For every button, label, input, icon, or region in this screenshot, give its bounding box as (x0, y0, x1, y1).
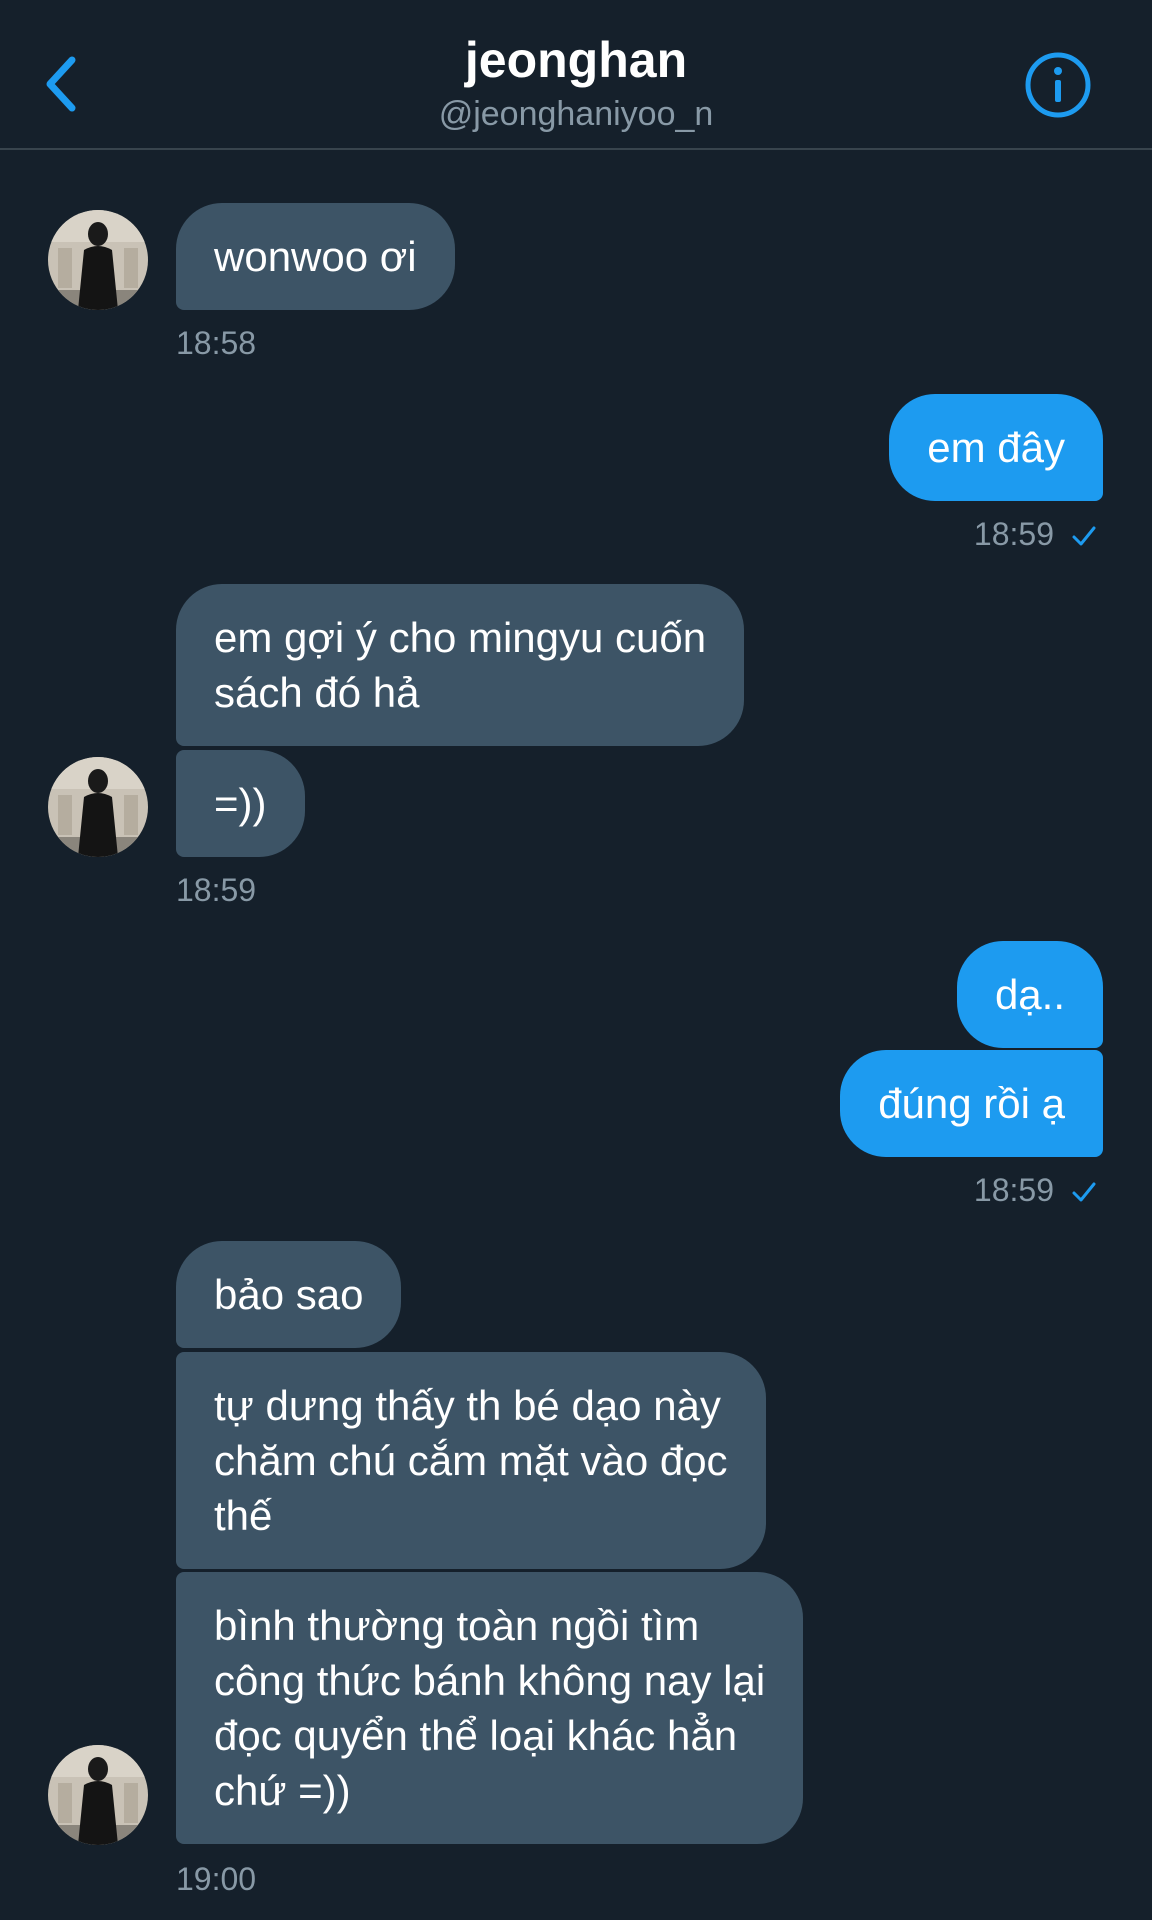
message-bubble[interactable]: bình thường toàn ngồi tìm công thức bánh… (176, 1572, 804, 1844)
conversation-header: jeonghan @jeonghaniyoo_n (0, 0, 1152, 150)
avatar[interactable] (48, 1745, 148, 1845)
message-bubble[interactable]: đúng rồi ạ (840, 1050, 1103, 1157)
message-bubble[interactable]: wonwoo ơi (176, 203, 455, 310)
message-bubble[interactable]: em đây (889, 394, 1103, 501)
message-timestamp: 18:59 (973, 516, 1054, 552)
avatar-image (48, 1745, 148, 1845)
info-button[interactable] (1024, 51, 1092, 119)
sent-check-icon (1072, 526, 1096, 546)
message-bubble[interactable]: dạ.. (956, 941, 1103, 1048)
message-timestamp: 19:00 (176, 1861, 257, 1897)
message-bubble[interactable]: bảo sao (176, 1241, 402, 1348)
conversation-handle[interactable]: @jeonghaniyoo_n (0, 94, 1152, 134)
message-timestamp: 18:59 (176, 872, 257, 908)
message-timestamp: 18:59 (973, 1172, 1054, 1208)
avatar[interactable] (48, 757, 148, 857)
avatar-image (48, 210, 148, 310)
conversation-title[interactable]: jeonghan (0, 30, 1152, 90)
message-timestamp: 18:58 (176, 325, 257, 361)
avatar-image (48, 757, 148, 857)
sent-check-icon (1072, 1182, 1096, 1202)
info-icon (1025, 52, 1091, 118)
message-bubble[interactable]: tự dưng thấy th bé dạo này chăm chú cắm … (176, 1352, 766, 1569)
avatar[interactable] (48, 210, 148, 310)
message-bubble[interactable]: em gợi ý cho mingyu cuốn sách đó hả (176, 584, 745, 746)
message-bubble[interactable]: =)) (176, 750, 305, 857)
